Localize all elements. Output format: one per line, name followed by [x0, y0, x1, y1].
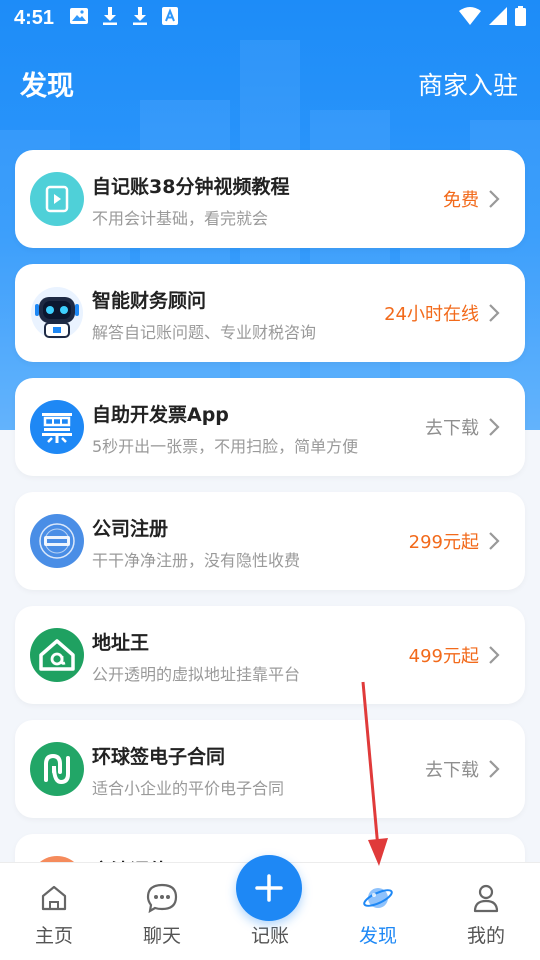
page-header: 发现 商家入驻 [0, 60, 540, 106]
service-description: 公开透明的虚拟地址挂靠平台 [92, 665, 301, 684]
merchant-join-link[interactable]: 商家入驻 [418, 66, 518, 102]
tab-home[interactable]: 主页 [0, 863, 108, 960]
service-name: 智能财务顾问 [92, 290, 207, 312]
tab-label: 聊天 [142, 925, 181, 947]
service-action-label: 去下载 [425, 760, 479, 781]
wifi-icon [459, 7, 481, 29]
service-action-label: 299元起 [408, 532, 479, 553]
battery-icon [515, 6, 526, 30]
tab-label: 发现 [358, 925, 397, 947]
service-description: 干干净净注册，没有隐性收费 [92, 551, 301, 570]
service-description: 不用会计基础，看完就会 [92, 209, 269, 228]
tab-discover[interactable]: 发现 [324, 863, 432, 960]
service-name: 自记账38分钟视频教程 [92, 176, 290, 198]
service-name: 环球签电子合同 [92, 746, 226, 768]
chevron-right-icon [489, 646, 500, 664]
app-a-icon [162, 7, 179, 29]
tab-label: 记账 [250, 925, 289, 947]
esign-icon [30, 742, 84, 796]
home-icon [41, 885, 67, 911]
service-name: 自助开发票App [92, 404, 229, 426]
service-card-company-registration[interactable]: 公司注册 干干净净注册，没有隐性收费 299元起 [15, 492, 525, 590]
plus-icon [255, 874, 283, 902]
chevron-right-icon [489, 190, 500, 208]
service-name: 地址王 [92, 632, 150, 654]
service-card-esign-contract[interactable]: 环球签电子合同 适合小企业的平价电子合同 去下载 [15, 720, 525, 818]
planet-icon [363, 888, 393, 908]
service-card-invoice-app[interactable]: 自助开发票App 5秒开出一张票，不用扫脸，简单方便 去下载 [15, 378, 525, 476]
chat-icon [146, 883, 178, 914]
service-name: 公司注册 [92, 518, 169, 540]
service-action-label: 499元起 [408, 646, 479, 667]
service-description: 适合小企业的平价电子合同 [92, 779, 285, 798]
tab-label: 我的 [466, 925, 505, 947]
tab-chat[interactable]: 聊天 [108, 863, 216, 960]
profile-icon [473, 884, 499, 913]
service-action-label: 去下载 [425, 418, 479, 439]
service-card-finance-advisor[interactable]: 智能财务顾问 解答自记账问题、专业财税咨询 24小时在线 [15, 264, 525, 362]
status-bar: 4:51 [0, 0, 540, 36]
chevron-right-icon [489, 304, 500, 322]
add-entry-button[interactable] [236, 855, 302, 921]
tab-label: 主页 [34, 925, 73, 947]
service-description: 5秒开出一张票，不用扫脸，简单方便 [92, 437, 359, 456]
service-card-video-tutorial[interactable]: 自记账38分钟视频教程 不用会计基础，看完就会 免费 [15, 150, 525, 248]
service-action-label: 24小时在线 [384, 304, 479, 325]
chevron-right-icon [489, 760, 500, 778]
status-time: 4:51 [14, 6, 55, 29]
robot-icon [30, 286, 84, 340]
invoice-icon [30, 400, 84, 454]
video-play-icon [30, 172, 84, 226]
service-action-label: 免费 [443, 190, 479, 211]
page-title: 发现 [20, 71, 74, 102]
signal-icon [489, 7, 507, 29]
chevron-right-icon [489, 532, 500, 550]
registration-stamp-icon [30, 514, 84, 568]
tab-profile[interactable]: 我的 [432, 863, 540, 960]
service-card-address-king[interactable]: 地址王 公开透明的虚拟地址挂靠平台 499元起 [15, 606, 525, 704]
image-notification-icon [70, 8, 89, 28]
download-icon [102, 7, 118, 29]
service-description: 解答自记账问题、专业财税咨询 [92, 323, 317, 342]
address-house-icon [30, 628, 84, 682]
download-icon [132, 7, 148, 29]
chevron-right-icon [489, 418, 500, 436]
